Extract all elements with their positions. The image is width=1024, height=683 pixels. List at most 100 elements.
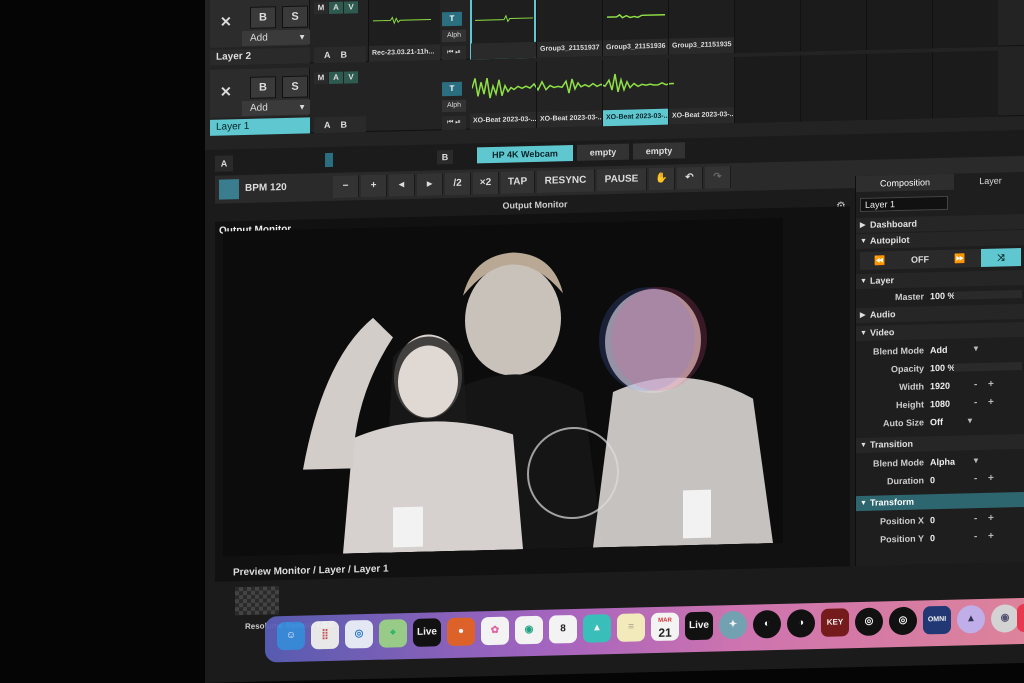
metronome-icon[interactable] xyxy=(219,179,239,200)
empty-clip-cell[interactable] xyxy=(734,55,800,124)
plus-icon[interactable]: + xyxy=(988,395,994,411)
clip-cell[interactable]: XO-Beat 2023-03-... xyxy=(536,60,602,128)
empty-clip-cell[interactable] xyxy=(866,52,932,120)
crossfader-a-button[interactable]: A xyxy=(324,50,331,60)
autopilot-random-button[interactable]: ⤨ xyxy=(981,248,1021,268)
dj-icon[interactable]: ◐ xyxy=(753,609,781,639)
plus-icon[interactable]: + xyxy=(988,529,994,545)
transition-toggle[interactable]: T xyxy=(442,81,462,97)
clip-cell[interactable]: XO-Beat 2023-03-... xyxy=(668,57,734,125)
nudge-forward-button[interactable]: ▸ xyxy=(417,173,443,196)
resync-button[interactable]: RESYNC xyxy=(537,169,595,193)
double-bpm-button[interactable]: ×2 xyxy=(473,171,499,195)
section-audio[interactable]: ▶ Audio xyxy=(856,303,1024,324)
bpm-minus-button[interactable]: − xyxy=(333,175,359,198)
bpm-plus-button[interactable]: + xyxy=(361,174,387,198)
crossfader-a-button[interactable]: A xyxy=(324,120,331,130)
clear-layer-button[interactable]: ✕ xyxy=(220,13,232,30)
blend-mode-select[interactable]: Add ▼ xyxy=(242,99,310,117)
plus-icon[interactable]: + xyxy=(988,511,994,527)
minus-icon[interactable]: - xyxy=(974,395,977,411)
clip-cell-selected[interactable]: XO-Beat 2023-03-... xyxy=(602,58,668,127)
section-transition[interactable]: ▼ Transition xyxy=(856,433,1024,454)
deck-tab-empty[interactable]: empty xyxy=(633,142,685,160)
mute-button[interactable]: M xyxy=(314,71,328,85)
transition-mode[interactable]: Alph xyxy=(442,99,466,113)
transition-blend-value[interactable]: Alpha xyxy=(930,454,955,471)
clip-cell[interactable]: Group3_21151935 xyxy=(668,0,734,55)
pause-button[interactable]: PAUSE xyxy=(597,168,647,192)
omnisphere-icon[interactable]: OMNI xyxy=(923,605,951,635)
audio-button[interactable]: A xyxy=(329,1,343,14)
safari-icon[interactable]: ◎ xyxy=(345,619,373,649)
music-icon[interactable]: ♫ xyxy=(1017,603,1024,633)
width-value[interactable]: 1920 xyxy=(930,378,950,394)
resolume-icon[interactable]: ▲ xyxy=(583,614,611,643)
undo-icon[interactable]: ↶ xyxy=(677,166,703,190)
transport-mini[interactable]: ⏮ ⏯ xyxy=(442,115,466,131)
crossfader-b-label[interactable]: B xyxy=(437,149,453,165)
photos-icon[interactable]: ✿ xyxy=(481,616,509,646)
layer-name[interactable]: Layer 1 xyxy=(210,117,310,136)
autopilot-next-button[interactable]: ⏩ xyxy=(940,249,980,268)
blend-mode-value[interactable]: Add xyxy=(930,342,948,358)
clip-cell[interactable]: XO-Beat 2023-03-... xyxy=(470,62,536,130)
disc-icon[interactable]: ◎ xyxy=(855,607,883,637)
empty-clip-cell[interactable] xyxy=(932,0,998,49)
firefox-icon[interactable]: ● xyxy=(447,617,475,647)
minus-icon[interactable]: - xyxy=(974,511,977,527)
arturia-icon[interactable]: ▲ xyxy=(957,604,985,634)
minus-icon[interactable]: - xyxy=(974,471,977,487)
tab-layer[interactable]: Layer xyxy=(956,172,1024,190)
crossfader-handle[interactable] xyxy=(325,152,333,168)
half-bpm-button[interactable]: /2 xyxy=(445,172,471,196)
key-icon[interactable]: KEY xyxy=(821,608,849,637)
autopilot-prev-button[interactable]: ⏪ xyxy=(860,251,900,270)
chevron-down-icon[interactable]: ▼ xyxy=(966,413,974,429)
notes-icon[interactable]: ≡ xyxy=(617,613,645,642)
empty-clip-cell[interactable] xyxy=(932,50,998,119)
section-video[interactable]: ▼ Video xyxy=(856,321,1024,342)
autopilot-off-button[interactable]: OFF xyxy=(900,250,940,269)
live2-icon[interactable]: Live xyxy=(685,611,713,641)
layer-name[interactable]: Layer 2 xyxy=(210,47,310,66)
video-button[interactable]: V xyxy=(344,71,358,84)
app-icon[interactable]: 8 xyxy=(549,614,577,644)
chevron-down-icon[interactable]: ▼ xyxy=(972,341,980,357)
empty-clip-cell[interactable] xyxy=(800,53,866,122)
dj2-icon[interactable]: ◑ xyxy=(787,609,815,638)
empty-clip-cell[interactable] xyxy=(866,0,932,50)
clear-layer-button[interactable]: ✕ xyxy=(220,83,232,100)
minus-icon[interactable]: - xyxy=(974,529,977,545)
launchpad-icon[interactable]: ⣿ xyxy=(311,620,339,650)
position-x-value[interactable]: 0 xyxy=(930,512,935,528)
master-slider[interactable] xyxy=(954,290,1022,300)
crossfader-b-button[interactable]: B xyxy=(341,50,348,60)
clip-cell[interactable]: Group3_21151937 xyxy=(536,0,602,58)
section-autopilot[interactable]: ▼ Autopilot xyxy=(856,229,1024,250)
bypass-button[interactable]: B xyxy=(250,76,276,99)
audio-button[interactable]: A xyxy=(329,71,343,84)
live-icon[interactable]: Live xyxy=(413,618,441,647)
chevron-down-icon[interactable]: ▼ xyxy=(972,453,980,469)
cd-icon[interactable]: ◉ xyxy=(991,604,1019,633)
maps-icon[interactable]: ⌖ xyxy=(379,619,407,648)
height-value[interactable]: 1080 xyxy=(930,396,950,412)
opacity-slider[interactable] xyxy=(954,362,1022,372)
master-value[interactable]: 100 % xyxy=(930,288,956,305)
section-transform[interactable]: ▼ Transform xyxy=(856,491,1024,512)
plus-icon[interactable]: + xyxy=(988,471,994,487)
clip-cell[interactable]: Rec-23.03.21-11h... xyxy=(368,0,440,63)
deck-tab-empty[interactable]: empty xyxy=(577,143,629,161)
plus-icon[interactable]: + xyxy=(988,377,994,393)
crossfader-b-button[interactable]: B xyxy=(341,120,348,130)
transition-toggle[interactable]: T xyxy=(442,11,462,27)
layer-name-field[interactable]: Layer 1 xyxy=(860,195,948,212)
network-icon[interactable]: ✦ xyxy=(719,610,747,640)
video-button[interactable]: V xyxy=(344,1,358,14)
tap-button[interactable]: TAP xyxy=(501,170,535,194)
bypass-button[interactable]: B xyxy=(250,6,276,29)
solo-button[interactable]: S xyxy=(282,75,308,99)
deck-tab-webcam[interactable]: HP 4K Webcam xyxy=(477,145,573,164)
empty-clip-cell[interactable] xyxy=(800,0,866,52)
